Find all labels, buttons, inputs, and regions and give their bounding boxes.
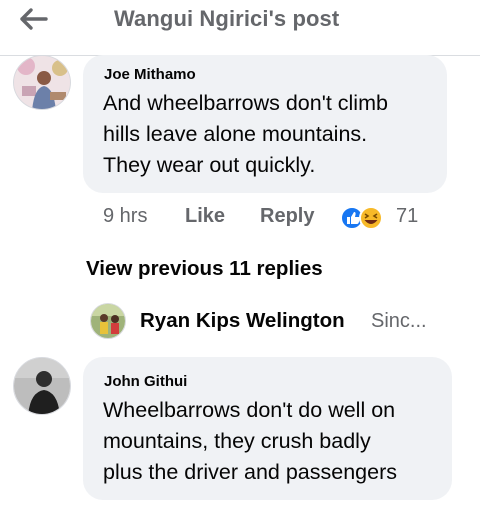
comment-text-line: Wheelbarrows don't do well on: [103, 398, 396, 422]
comment-text-line: They wear out quickly.: [103, 153, 316, 177]
arrow-left-icon: [20, 8, 48, 30]
comment-author[interactable]: Joe Mithamo: [104, 66, 196, 83]
reply-button[interactable]: Reply: [260, 205, 314, 228]
reaction-count: 71: [396, 205, 419, 227]
avatar-john-githui[interactable]: [13, 357, 71, 415]
avatar-joe-mithamo[interactable]: [13, 55, 71, 110]
comment-text-line: hills leave alone mountains.: [103, 122, 368, 146]
back-button[interactable]: [18, 6, 52, 32]
comment-author[interactable]: John Githui: [104, 373, 187, 390]
post-header: Wangui Ngirici's post: [0, 0, 480, 56]
comment-timestamp: 9 hrs: [103, 205, 148, 227]
avatar-ryan-kips-welington[interactable]: [90, 303, 126, 339]
reply-author[interactable]: Ryan Kips Welington: [140, 309, 345, 333]
reaction-summary[interactable]: [339, 205, 389, 231]
view-previous-replies-button[interactable]: View previous 11 replies: [86, 257, 323, 281]
reply-preview[interactable]: Ryan Kips Welington Sinc...: [90, 303, 460, 339]
reply-snippet: Sinc...: [371, 310, 427, 332]
comment-bubble: John Githui Wheelbarrows don't do well o…: [83, 357, 452, 500]
comment-text-line: plus the driver and passengers: [103, 460, 398, 484]
page-title: Wangui Ngirici's post: [114, 6, 340, 31]
comment-bubble: Joe Mithamo And wheelbarrows don't climb…: [83, 55, 447, 193]
comment-text-line: And wheelbarrows don't climb: [103, 91, 388, 115]
profile-photo-image: [14, 358, 70, 414]
like-button[interactable]: Like: [185, 205, 225, 228]
profile-photo-image: [14, 56, 70, 109]
haha-icon: [359, 206, 383, 230]
comment-text-line: mountains, they crush badly: [103, 429, 371, 453]
profile-photo-image: [91, 304, 125, 338]
